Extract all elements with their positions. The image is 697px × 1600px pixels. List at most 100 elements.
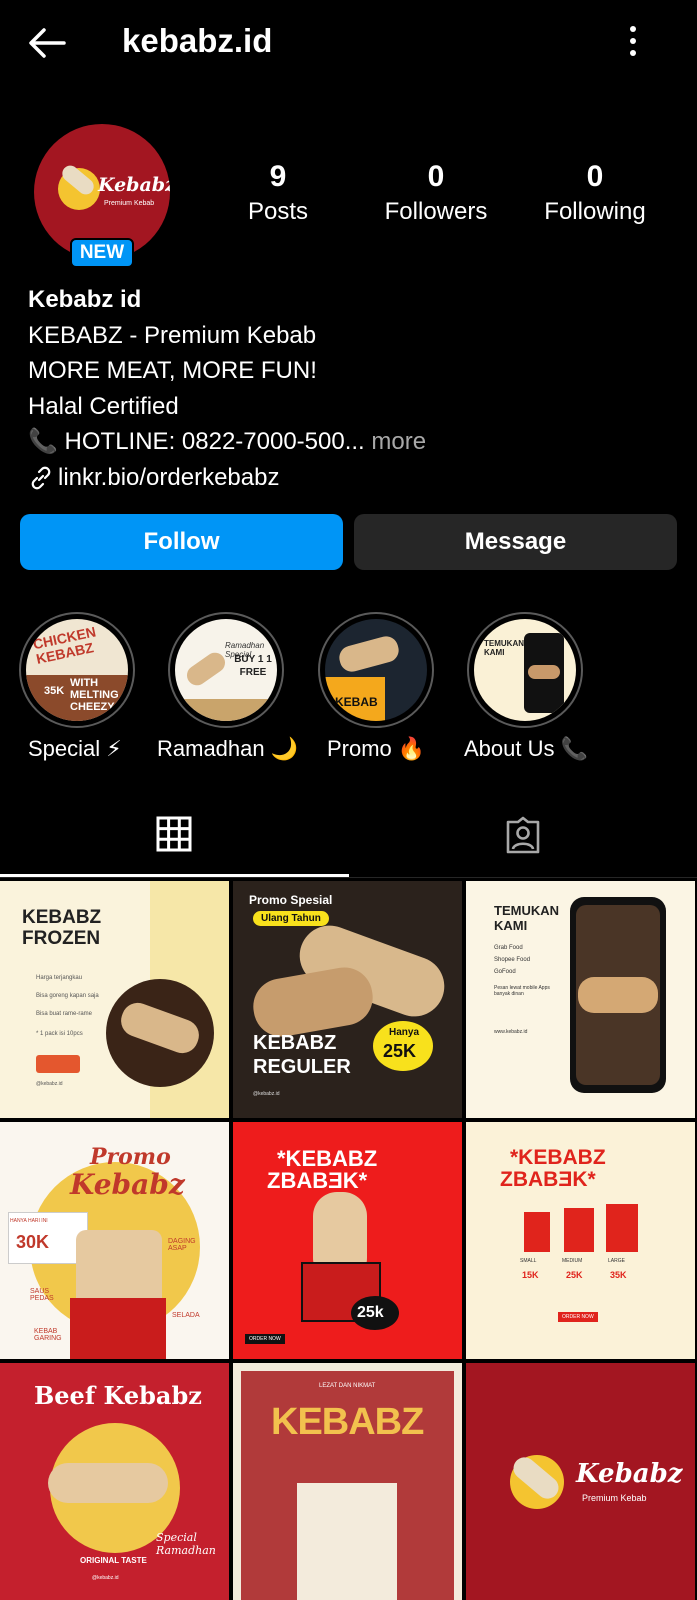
- followers-label: Followers: [384, 198, 488, 225]
- post-thumbnail[interactable]: *KEBABZ ZBABƎK* SMALL MEDIUM LARGE 15K 2…: [466, 1122, 695, 1359]
- post-text: Bisa buat rame-rame: [36, 1011, 93, 1017]
- bio-link-row[interactable]: linkr.bio/orderkebabz: [28, 460, 668, 496]
- highlight-ramadhan[interactable]: Ramadhan Special BUY 1 1 FREE: [168, 612, 284, 728]
- avatar-logo-subtitle: Premium Kebab: [104, 200, 155, 207]
- kebab-small: [524, 1212, 550, 1252]
- following-stat[interactable]: 0 Following: [530, 160, 660, 226]
- follow-button[interactable]: Follow: [20, 514, 343, 570]
- post-text: Special Ramadhan: [156, 1531, 216, 1557]
- profile-bio: Kebabz id KEBABZ - Premium Kebab MORE ME…: [28, 282, 668, 495]
- bio-line: Halal Certified: [28, 392, 179, 420]
- kebab-image: [48, 1463, 168, 1503]
- highlight-pattern: [175, 699, 277, 721]
- post-thumbnail[interactable]: Promo Spesial Ulang Tahun KEBABZ REGULER…: [233, 881, 462, 1118]
- highlight-about-us[interactable]: TEMUKAN KAMI: [467, 612, 583, 728]
- active-tab-indicator: [0, 874, 349, 877]
- size-price: 35K: [610, 1270, 627, 1280]
- post-text: LEZAT DAN NIKMAT: [319, 1383, 376, 1389]
- post-thumbnail[interactable]: Beef Kebabz ORIGINAL TASTE Special Ramad…: [0, 1363, 229, 1600]
- highlight-label: About Us 📞: [464, 736, 588, 761]
- post-text: GoFood: [494, 969, 516, 975]
- profile-username: kebabz.id: [122, 22, 273, 59]
- kebab-image: [297, 1483, 397, 1600]
- followers-stat[interactable]: 0 Followers: [371, 160, 501, 226]
- post-thumbnail[interactable]: KEBABZ FROZEN Harga terjangkau Bisa gore…: [0, 881, 229, 1118]
- arrow-left-icon[interactable]: [26, 22, 68, 64]
- kebab-image: [528, 665, 560, 679]
- post-title: TEMUKAN KAMI: [494, 903, 559, 933]
- post-title: KEBABZ REGULER: [253, 1032, 351, 1078]
- post-thumbnail[interactable]: *KEBABZ ZBABƎK* 25k ORDER NOW: [233, 1122, 462, 1359]
- avatar-logo-text: Kebabz: [98, 174, 170, 196]
- post-title: KEBABZ: [271, 1401, 424, 1443]
- post-footer: www.kebabz.id: [494, 1029, 528, 1035]
- kebab-image: [578, 977, 658, 1013]
- highlight-label: Ramadhan 🌙: [157, 736, 299, 761]
- post-text: Harga terjangkau: [36, 975, 83, 981]
- post-footer: @kebabz.id: [253, 1091, 280, 1097]
- size-price: 25K: [566, 1270, 583, 1280]
- post-tag: Ulang Tahun: [253, 911, 329, 926]
- grid-icon[interactable]: [156, 816, 192, 852]
- post-text: Grab Food: [494, 945, 523, 951]
- order-badge: [36, 1055, 80, 1073]
- highlight-text: TEMUKAN KAMI: [484, 639, 524, 657]
- post-subtitle: Premium Kebab: [582, 1493, 647, 1503]
- highlight-text: CHICKEN KEBABZ: [31, 623, 98, 667]
- post-price: 25k: [357, 1304, 384, 1321]
- tagged-person-icon[interactable]: [504, 816, 542, 854]
- kebab-image: [248, 963, 378, 1041]
- size-label: SMALL: [520, 1258, 537, 1264]
- highlight-promo[interactable]: KEBAB: [318, 612, 434, 728]
- posts-stat[interactable]: 9 Posts: [213, 160, 343, 226]
- post-text: Pesan lewat mobile Apps banyak dinan: [494, 985, 550, 997]
- more-vertical-icon[interactable]: [628, 26, 638, 60]
- post-title: Beef Kebabz: [34, 1381, 202, 1410]
- size-label: MEDIUM: [562, 1258, 583, 1264]
- post-text: KEBAB GARING: [34, 1328, 62, 1342]
- highlight-text: WITH MELTING CHEEZY: [70, 677, 119, 713]
- post-cta: ORDER NOW: [558, 1312, 598, 1322]
- size-price: 15K: [522, 1270, 539, 1280]
- post-price: 25K: [383, 1041, 417, 1061]
- kebab-medium: [564, 1208, 594, 1252]
- post-text: ORIGINAL TASTE: [80, 1556, 147, 1565]
- post-title-mirror: ZBABƎK*: [267, 1168, 368, 1193]
- post-price-label: Hanya: [389, 1027, 420, 1038]
- message-button[interactable]: Message: [354, 514, 677, 570]
- post-price-label: HANYA HARI INI: [10, 1218, 48, 1224]
- post-text: SAUS PEDAS: [30, 1288, 54, 1302]
- highlight-text: BUY 1 1 FREE: [234, 654, 272, 678]
- post-price: 30K: [16, 1232, 50, 1252]
- highlight-price: 35K: [44, 685, 65, 697]
- post-thumbnail[interactable]: Kebabz Premium Kebab: [466, 1363, 695, 1600]
- kebab-image: [183, 648, 229, 690]
- post-thumbnail[interactable]: TEMUKAN KAMI Grab Food Shopee Food GoFoo…: [466, 881, 695, 1118]
- post-text: * 1 pack isi 10pcs: [36, 1031, 83, 1037]
- link-icon: [31, 466, 51, 490]
- highlight-label: Promo 🔥: [327, 736, 426, 761]
- posts-label: Posts: [247, 198, 309, 225]
- highlight-thumbnail: KEBAB: [325, 619, 427, 721]
- post-title: KEBABZ FROZEN: [22, 907, 102, 949]
- highlight-special[interactable]: CHICKEN KEBABZ WITH MELTING CHEEZY 35K: [19, 612, 135, 728]
- new-badge: NEW: [70, 238, 134, 268]
- bio-line-hotline: 📞 HOTLINE: 0822-7000-500... more: [28, 424, 668, 460]
- post-footer: @kebabz.id: [36, 1081, 63, 1087]
- post-title: Promo: [90, 1144, 171, 1170]
- profile-avatar[interactable]: Kebabz Premium Kebab NEW: [34, 124, 170, 268]
- post-text: Shopee Food: [494, 957, 531, 963]
- posts-count: 9: [269, 160, 287, 193]
- post-thumbnail[interactable]: Promo Kebabz HANYA HARI INI 30K DAGING A…: [0, 1122, 229, 1359]
- bio-link[interactable]: linkr.bio/orderkebabz: [58, 464, 279, 491]
- hotline-text: 📞 HOTLINE: 0822-7000-500...: [28, 428, 365, 455]
- post-title: *KEBABZ: [510, 1146, 606, 1169]
- bio-more-link[interactable]: more: [365, 428, 426, 455]
- kebab-large: [606, 1204, 638, 1252]
- highlight-text: KEBAB: [335, 695, 378, 709]
- post-title-mirror: ZBABƎK*: [500, 1168, 596, 1191]
- post-text: DAGING ASAP: [168, 1238, 196, 1252]
- display-name: Kebabz id: [28, 286, 142, 313]
- post-title: Kebabz: [576, 1459, 683, 1489]
- post-thumbnail[interactable]: LEZAT DAN NIKMAT KEBABZ: [233, 1363, 462, 1600]
